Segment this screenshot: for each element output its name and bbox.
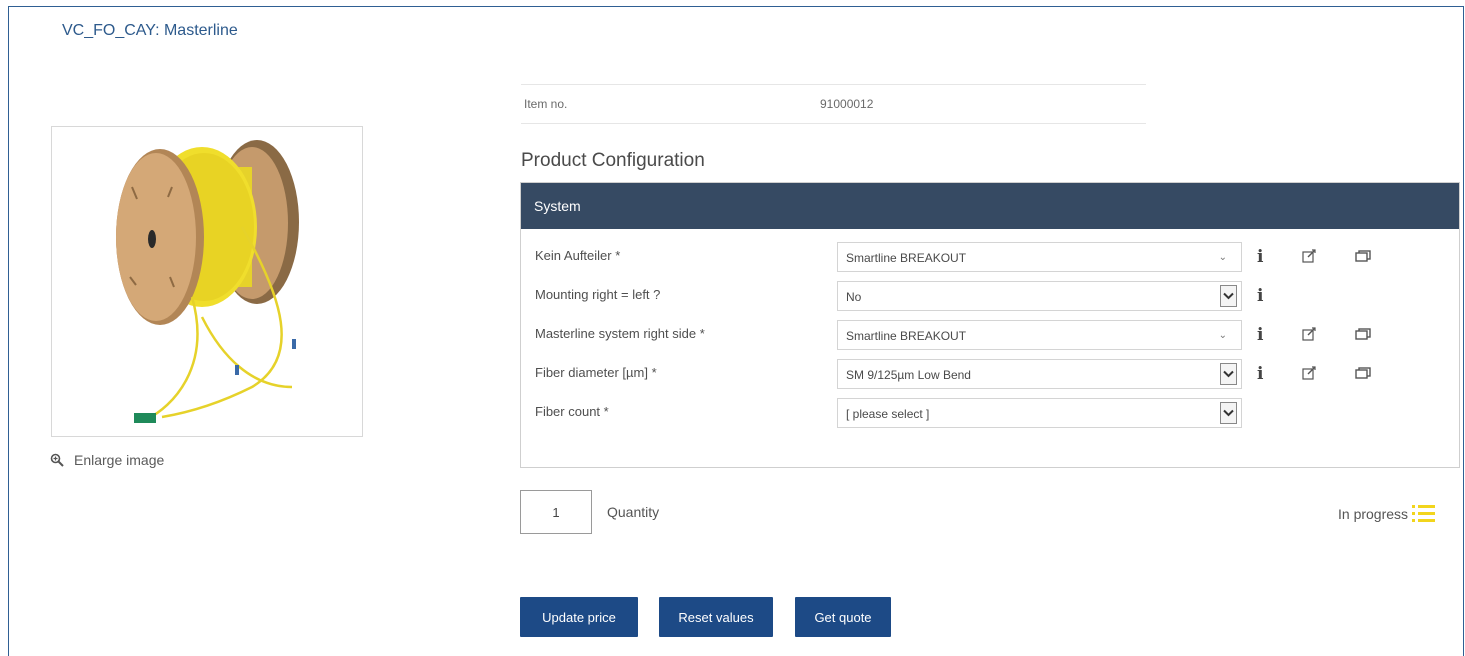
fiber-count-select[interactable]: [ please select ] <box>837 398 1242 428</box>
config-label: Mounting right = left ? <box>535 287 661 302</box>
select-value: Smartline BREAKOUT <box>846 329 967 343</box>
copy-icon[interactable] <box>1355 328 1371 340</box>
config-row-mounting: Mounting right = left ? No i <box>521 281 1459 311</box>
product-image[interactable] <box>51 126 363 437</box>
page-title: VC_FO_CAY: Masterline <box>62 22 238 39</box>
config-row-masterline-right: Masterline system right side * Smartline… <box>521 320 1459 350</box>
info-icon[interactable]: i <box>1257 247 1263 267</box>
chevron-down-icon: ⌄ <box>1218 330 1227 341</box>
quantity-input[interactable]: 1 <box>520 490 592 534</box>
config-label: Fiber diameter [µm] * <box>535 365 657 380</box>
select-value: No <box>846 290 862 304</box>
chevron-down-icon <box>1220 285 1237 307</box>
system-section-header: System <box>521 183 1459 229</box>
enlarge-image-link[interactable]: Enlarge image <box>50 452 164 468</box>
reset-values-button[interactable]: Reset values <box>659 597 773 637</box>
info-icon[interactable]: i <box>1257 286 1263 306</box>
product-configuration-heading: Product Configuration <box>521 150 705 171</box>
status-indicator: In progress <box>1338 501 1437 527</box>
edit-icon[interactable] <box>1302 327 1316 341</box>
copy-icon[interactable] <box>1355 250 1371 262</box>
item-number-row: Item no. 91000012 <box>521 84 1146 124</box>
chevron-down-icon <box>1220 402 1237 424</box>
config-row-fiber-diameter: Fiber diameter [µm] * SM 9/125µm Low Ben… <box>521 359 1459 389</box>
edit-icon[interactable] <box>1302 249 1316 263</box>
config-row-fiber-count: Fiber count * [ please select ] <box>521 398 1459 428</box>
edit-icon[interactable] <box>1302 366 1316 380</box>
item-number-value: 91000012 <box>820 97 874 111</box>
config-row-kein-aufteiler: Kein Aufteiler * Smartline BREAKOUT ⌄ i <box>521 242 1459 272</box>
info-icon[interactable]: i <box>1257 364 1263 384</box>
system-section-title: System <box>534 198 581 214</box>
cable-reel-image <box>116 140 299 423</box>
list-icon <box>1412 505 1436 522</box>
info-icon[interactable]: i <box>1257 325 1263 345</box>
chevron-down-icon <box>1220 363 1237 385</box>
item-number-label: Item no. <box>524 97 568 111</box>
select-value: SM 9/125µm Low Bend <box>846 368 971 382</box>
fiber-diameter-select[interactable]: SM 9/125µm Low Bend <box>837 359 1242 389</box>
config-label: Kein Aufteiler * <box>535 248 621 263</box>
get-quote-button[interactable]: Get quote <box>795 597 891 637</box>
configuration-panel: System Kein Aufteiler * Smartline BREAKO… <box>520 182 1460 468</box>
quantity-label: Quantity <box>607 504 660 520</box>
status-label: In progress <box>1338 506 1409 522</box>
kein-aufteiler-select[interactable]: Smartline BREAKOUT ⌄ <box>837 242 1242 272</box>
mounting-select[interactable]: No <box>837 281 1242 311</box>
chevron-down-icon: ⌄ <box>1218 252 1227 263</box>
update-price-button[interactable]: Update price <box>520 597 638 637</box>
masterline-right-select[interactable]: Smartline BREAKOUT ⌄ <box>837 320 1242 350</box>
select-value: [ please select ] <box>846 407 930 421</box>
zoom-icon <box>50 453 64 467</box>
select-value: Smartline BREAKOUT <box>846 251 967 265</box>
copy-icon[interactable] <box>1355 367 1371 379</box>
config-label: Fiber count * <box>535 404 609 419</box>
enlarge-image-label: Enlarge image <box>74 452 165 468</box>
config-label: Masterline system right side * <box>535 326 705 341</box>
